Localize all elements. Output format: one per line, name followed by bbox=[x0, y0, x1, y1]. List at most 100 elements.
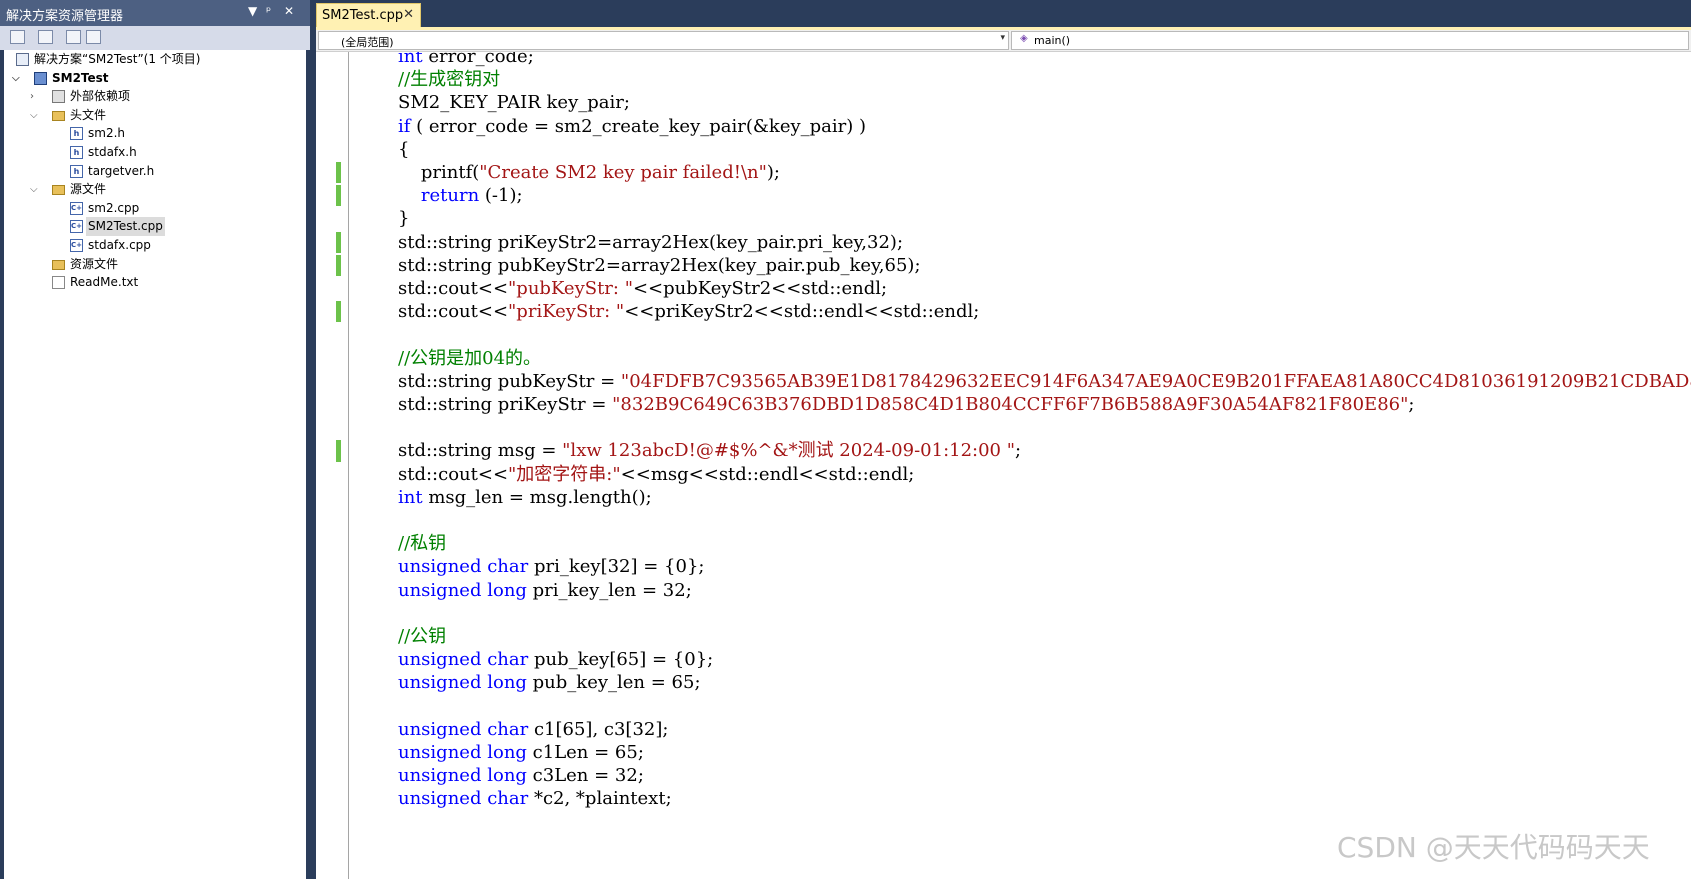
code-line: std::cout<<"priKeyStr: "<<priKeyStr2<<st… bbox=[398, 299, 979, 324]
code-line: printf("Create SM2 key pair failed!\n"); bbox=[398, 160, 780, 185]
change-marker bbox=[336, 162, 341, 184]
code-token: std::cout<< bbox=[398, 463, 509, 485]
code-token: std::string priKeyStr = bbox=[398, 394, 613, 415]
tree-node-label: sm2.cpp bbox=[88, 200, 140, 215]
show-all-files-icon[interactable] bbox=[38, 30, 53, 44]
window-position-dropdown-icon[interactable]: ▼ bbox=[248, 4, 257, 18]
code-editor[interactable]: int error_code; //生成密钥对 SM2_KEY_PAIR key_p… bbox=[316, 52, 1691, 879]
folder-icon bbox=[52, 110, 65, 121]
comment-token: //公钥 bbox=[398, 626, 447, 647]
tree-node[interactable]: 资源文件 bbox=[4, 255, 304, 274]
code-token: ); bbox=[766, 162, 780, 183]
tree-node-label: 源文件 bbox=[70, 182, 107, 197]
auto-hide-pin-icon[interactable]: ᵖ bbox=[266, 4, 271, 18]
code-token: std::string pubKeyStr2=array2Hex(key_pai… bbox=[398, 254, 921, 276]
code-token: std::cout<< bbox=[398, 301, 509, 323]
folder-icon bbox=[52, 259, 65, 270]
code-line: std::string pubKeyStr = "04FDFB7C93565AB… bbox=[398, 369, 1691, 394]
change-marker bbox=[336, 231, 341, 253]
keyword-token: unsigned bbox=[398, 765, 482, 787]
scope-dropdown[interactable]: (全局范围) ▾ bbox=[318, 31, 1009, 50]
code-token: error_code; bbox=[422, 52, 534, 67]
tree-node[interactable]: 解决方案“SM2Test”(1 个项目) bbox=[4, 50, 304, 69]
code-line: //公钥 bbox=[398, 624, 446, 649]
string-token: "04FDFB7C93565AB39E1D8178429632EEC914F6A… bbox=[620, 370, 1691, 392]
code-token: pub_key_len = 65; bbox=[526, 672, 701, 694]
keyword-token: unsigned bbox=[398, 742, 482, 763]
tree-node[interactable]: h stdafx.h bbox=[4, 143, 304, 162]
tree-node[interactable]: ReadMe.txt bbox=[4, 273, 304, 292]
code-line: std::string priKeyStr2=array2Hex(key_pai… bbox=[398, 230, 903, 255]
expand-chevron-right-icon[interactable]: › bbox=[30, 87, 34, 106]
tree-node[interactable]: h targetver.h bbox=[4, 162, 304, 181]
change-marker bbox=[336, 185, 341, 207]
tree-node[interactable]: C+ stdafx.cpp bbox=[4, 236, 304, 255]
code-token: (-1); bbox=[479, 185, 523, 207]
tree-node[interactable]: C+ sm2.cpp bbox=[4, 199, 304, 218]
code-token: pri_key_len = 32; bbox=[526, 579, 692, 601]
external-dependencies-icon bbox=[52, 90, 65, 104]
solution-explorer: 解决方案资源管理器 ▼ ᵖ ✕ 解决方案“SM2Test”(1 个项目) ⌵ SM2… bbox=[0, 0, 310, 879]
keyword-token: char bbox=[487, 556, 529, 578]
keyword-token: unsigned bbox=[398, 649, 482, 671]
string-token: "加密字符串:" bbox=[508, 463, 621, 485]
keyword-token: return bbox=[420, 185, 480, 207]
solution-tree: 解决方案“SM2Test”(1 个项目) ⌵ SM2Test › 外部依赖项 ⌵ 头文件 h s… bbox=[4, 50, 306, 879]
tree-node-label: SM2Test bbox=[52, 70, 109, 85]
header-file-icon: h bbox=[70, 146, 83, 159]
code-token: c3Len = 32; bbox=[526, 765, 644, 787]
outline-margin bbox=[348, 52, 349, 879]
code-line: std::string priKeyStr = "832B9C649C63B37… bbox=[398, 392, 1414, 417]
tree-node[interactable]: h sm2.h bbox=[4, 124, 304, 143]
code-token: ; bbox=[1015, 440, 1022, 462]
keyword-token: unsigned bbox=[398, 718, 482, 740]
code-token: } bbox=[398, 208, 410, 230]
refresh-icon[interactable] bbox=[66, 30, 81, 44]
tree-node-label: 资源文件 bbox=[70, 256, 119, 271]
code-token: { bbox=[398, 138, 410, 160]
code-line: std::cout<<"加密字符串:"<<msg<<std::endl<<std… bbox=[398, 462, 914, 487]
code-line: int msg_len = msg.length(); bbox=[398, 485, 652, 510]
tree-node[interactable]: ⌵ 头文件 bbox=[4, 106, 304, 125]
expand-chevron-down-icon[interactable]: ⌵ bbox=[12, 69, 20, 88]
properties-icon[interactable] bbox=[10, 30, 25, 44]
keyword-token: int bbox=[398, 52, 423, 67]
code-line: std::cout<<"pubKeyStr: "<<pubKeyStr2<<st… bbox=[398, 276, 887, 301]
code-line: unsigned long pub_key_len = 65; bbox=[398, 670, 701, 695]
tree-node[interactable]: ⌵ 源文件 bbox=[4, 180, 304, 199]
code-token: *c2, *plaintext; bbox=[528, 788, 672, 810]
close-icon[interactable]: ✕ bbox=[284, 4, 294, 18]
code-line: unsigned char pub_key[65] = {0}; bbox=[398, 647, 713, 672]
tab-close-icon[interactable]: ✕ bbox=[403, 7, 414, 22]
tree-node-label: 头文件 bbox=[70, 107, 107, 122]
keyword-token: long bbox=[487, 742, 527, 763]
tree-node-label: sm2.h bbox=[88, 126, 125, 141]
code-token: c1Len = 65; bbox=[526, 742, 644, 763]
method-icon: ◈ bbox=[1020, 33, 1028, 44]
tab-sm2test-cpp[interactable]: SM2Test.cpp ✕ bbox=[316, 3, 421, 27]
tree-node-label: ReadMe.txt bbox=[70, 275, 139, 290]
code-token: std::string pubKeyStr = bbox=[398, 370, 621, 392]
code-token: ( error_code = sm2_create_key_pair(&key_… bbox=[410, 115, 867, 137]
string-token: "lxw 123abcD!@#$%^&*测试 2024-09-01:12:00 … bbox=[562, 440, 1016, 462]
tree-node[interactable]: C+ SM2Test.cpp bbox=[4, 217, 304, 237]
code-line: if ( error_code = sm2_create_key_pair(&k… bbox=[398, 114, 866, 139]
tree-node[interactable]: ⌵ SM2Test bbox=[4, 69, 304, 88]
comment-token: //生成密钥对 bbox=[398, 69, 501, 91]
tree-node-label: stdafx.cpp bbox=[88, 238, 151, 252]
change-marker bbox=[336, 301, 341, 323]
keyword-token: long bbox=[487, 765, 527, 787]
expand-chevron-down-icon[interactable]: ⌵ bbox=[30, 180, 38, 199]
code-token: printf( bbox=[398, 162, 480, 183]
code-line: SM2_KEY_PAIR key_pair; bbox=[398, 90, 630, 115]
code-line: unsigned long c1Len = 65; bbox=[398, 740, 644, 765]
expand-chevron-down-icon[interactable]: ⌵ bbox=[30, 106, 38, 125]
view-class-diagram-icon[interactable] bbox=[86, 30, 101, 44]
code-line: //私钥 bbox=[398, 531, 446, 556]
code-token: ; bbox=[1408, 394, 1415, 415]
tab-label: SM2Test.cpp bbox=[322, 8, 404, 23]
tree-node[interactable]: › 外部依赖项 bbox=[4, 87, 304, 106]
member-dropdown[interactable]: ◈ main() bbox=[1011, 31, 1689, 50]
string-token: "Create SM2 key pair failed!\n" bbox=[479, 162, 767, 183]
